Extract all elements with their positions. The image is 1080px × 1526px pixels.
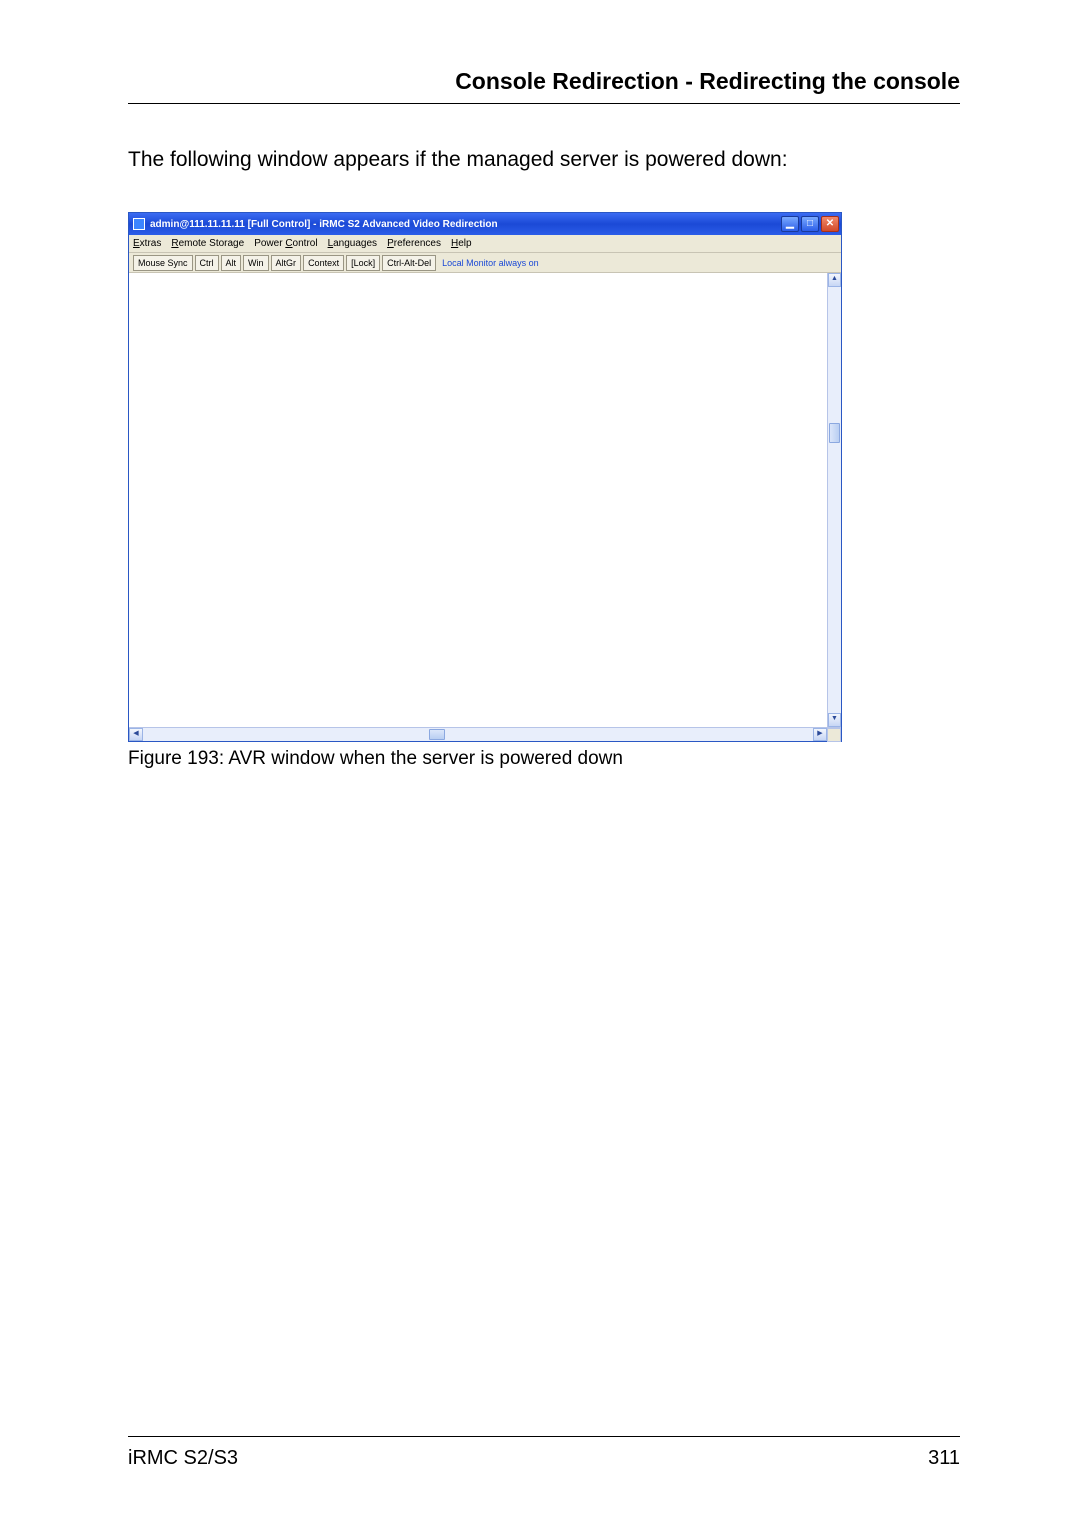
menu-remote-storage[interactable]: Remote Storage	[171, 238, 244, 249]
mouse-sync-button[interactable]: Mouse Sync	[133, 255, 193, 271]
scroll-left-arrow-icon[interactable]: ◀	[129, 728, 143, 741]
page-header-title: Console Redirection - Redirecting the co…	[128, 68, 960, 103]
win-button[interactable]: Win	[243, 255, 269, 271]
context-button[interactable]: Context	[303, 255, 344, 271]
menu-power-control[interactable]: Power Control	[254, 238, 317, 249]
header-rule	[128, 103, 960, 104]
window-titlebar[interactable]: admin@111.11.11.11 [Full Control] - iRMC…	[129, 213, 841, 235]
maximize-button[interactable]: □	[801, 216, 819, 232]
scroll-corner	[827, 728, 841, 742]
video-content-area: ▲ ▼ ◀ ▶	[129, 273, 841, 741]
close-button[interactable]: ✕	[821, 216, 839, 232]
ctrl-alt-del-button[interactable]: Ctrl-Alt-Del	[382, 255, 436, 271]
lock-button[interactable]: [Lock]	[346, 255, 380, 271]
intro-text: The following window appears if the mana…	[128, 148, 960, 172]
vertical-scroll-thumb[interactable]	[829, 423, 840, 443]
menu-help[interactable]: Help	[451, 238, 472, 249]
scroll-up-arrow-icon[interactable]: ▲	[828, 273, 841, 287]
menu-languages[interactable]: Languages	[328, 238, 378, 249]
alt-button[interactable]: Alt	[221, 255, 242, 271]
avr-window: admin@111.11.11.11 [Full Control] - iRMC…	[128, 212, 842, 742]
minimize-button[interactable]: ▁	[781, 216, 799, 232]
app-icon	[133, 218, 145, 230]
ctrl-button[interactable]: Ctrl	[195, 255, 219, 271]
vertical-scrollbar[interactable]: ▲ ▼	[827, 273, 841, 727]
page-footer: iRMC S2/S3 311	[128, 1436, 960, 1470]
local-monitor-status: Local Monitor always on	[442, 258, 539, 268]
toolbar: Mouse Sync Ctrl Alt Win AltGr Context [L…	[129, 253, 841, 273]
figure-caption: Figure 193: AVR window when the server i…	[128, 748, 960, 770]
window-title-text: admin@111.11.11.11 [Full Control] - iRMC…	[150, 219, 781, 230]
footer-rule	[128, 1436, 960, 1437]
scroll-right-arrow-icon[interactable]: ▶	[813, 728, 827, 741]
footer-page-number: 311	[928, 1447, 960, 1470]
altgr-button[interactable]: AltGr	[271, 255, 302, 271]
horizontal-scroll-thumb[interactable]	[429, 729, 445, 740]
window-controls: ▁ □ ✕	[781, 216, 839, 232]
horizontal-scrollbar[interactable]: ◀ ▶	[129, 727, 841, 741]
menu-extras[interactable]: Extras	[133, 238, 161, 249]
menu-preferences[interactable]: Preferences	[387, 238, 441, 249]
scroll-down-arrow-icon[interactable]: ▼	[828, 713, 841, 727]
footer-product: iRMC S2/S3	[128, 1447, 238, 1470]
menubar: Extras Remote Storage Power Control Lang…	[129, 235, 841, 253]
